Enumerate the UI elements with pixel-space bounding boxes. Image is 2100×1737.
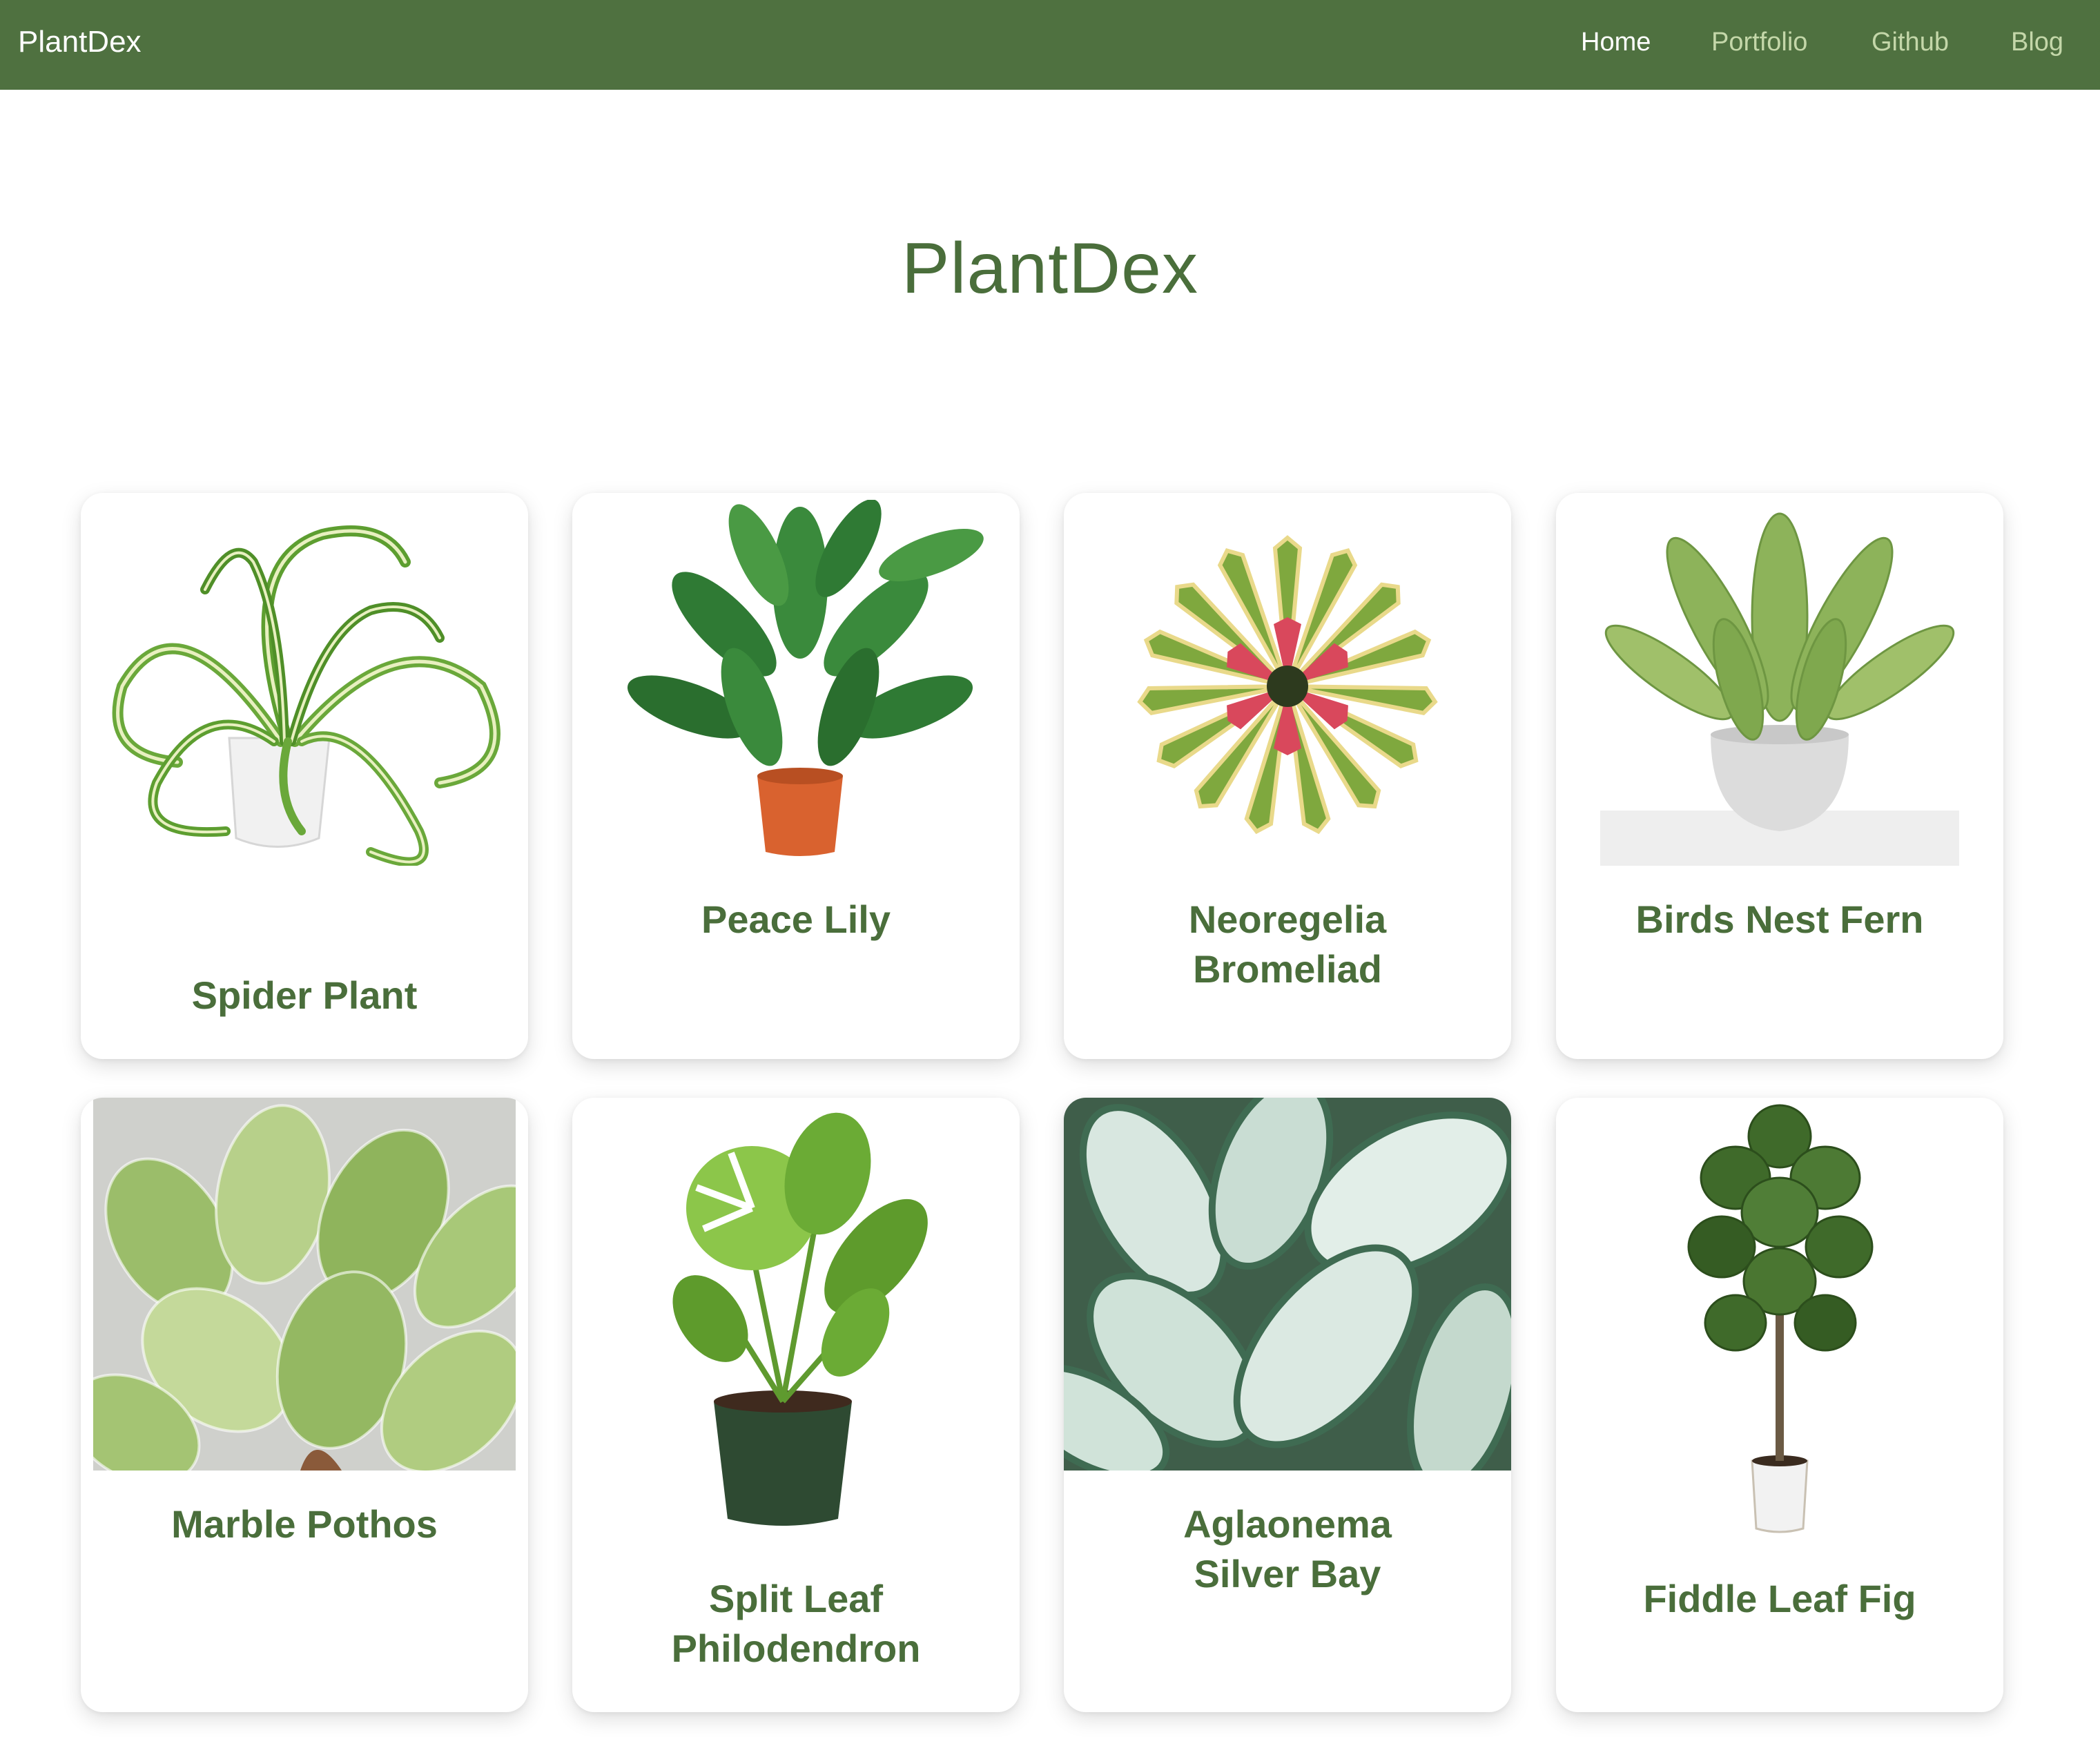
plant-name: Birds Nest Fern [1635,897,1924,941]
nav-link-portfolio[interactable]: Portfolio [1711,0,1807,90]
fiddle-leaf-fig-image [1687,1104,1874,1533]
page-title: PlantDex [902,229,1198,309]
plant-name: Peace Lily [701,897,891,941]
peace-lily-image [627,500,984,856]
nav-link-home[interactable]: Home [1581,0,1651,90]
plant-card-marble-pothos[interactable]: Marble Pothos [81,1098,528,1712]
plant-card-peace-lily[interactable]: Peace Lily [572,493,1020,1059]
bromeliad-image [1137,535,1438,835]
birds-nest-fern-image [1600,512,1959,866]
plant-name: Split Leaf Philodendron [671,1577,921,1670]
plant-name: Marble Pothos [171,1502,438,1546]
marble-pothos-image [93,1098,516,1471]
spider-plant-image [112,525,500,866]
plant-card-neoregelia-bromeliad[interactable]: Neoregelia Bromeliad [1064,493,1511,1059]
split-leaf-philodendron-image [672,1112,928,1526]
plant-card-aglaonema-silver-bay[interactable]: Aglaonema Silver Bay [1064,1098,1511,1712]
navbar: PlantDex Home Portfolio Github Blog [0,0,2100,90]
nav-link-github[interactable]: Github [1871,0,1949,90]
plant-name: Aglaonema Silver Bay [1183,1502,1392,1595]
plant-card-birds-nest-fern[interactable]: Birds Nest Fern [1556,493,2003,1059]
plant-name: Neoregelia Bromeliad [1188,897,1387,991]
navbar-brand[interactable]: PlantDex [18,0,142,90]
plant-card-split-leaf-philodendron[interactable]: Split Leaf Philodendron [572,1098,1020,1712]
plant-name: Spider Plant [191,973,418,1017]
plant-card-fiddle-leaf-fig[interactable]: Fiddle Leaf Fig [1556,1098,2003,1712]
aglaonema-image [1064,1098,1511,1471]
plant-card-spider-plant[interactable]: Spider Plant [81,493,528,1059]
nav-link-blog[interactable]: Blog [2011,0,2063,90]
plant-name: Fiddle Leaf Fig [1643,1577,1916,1620]
